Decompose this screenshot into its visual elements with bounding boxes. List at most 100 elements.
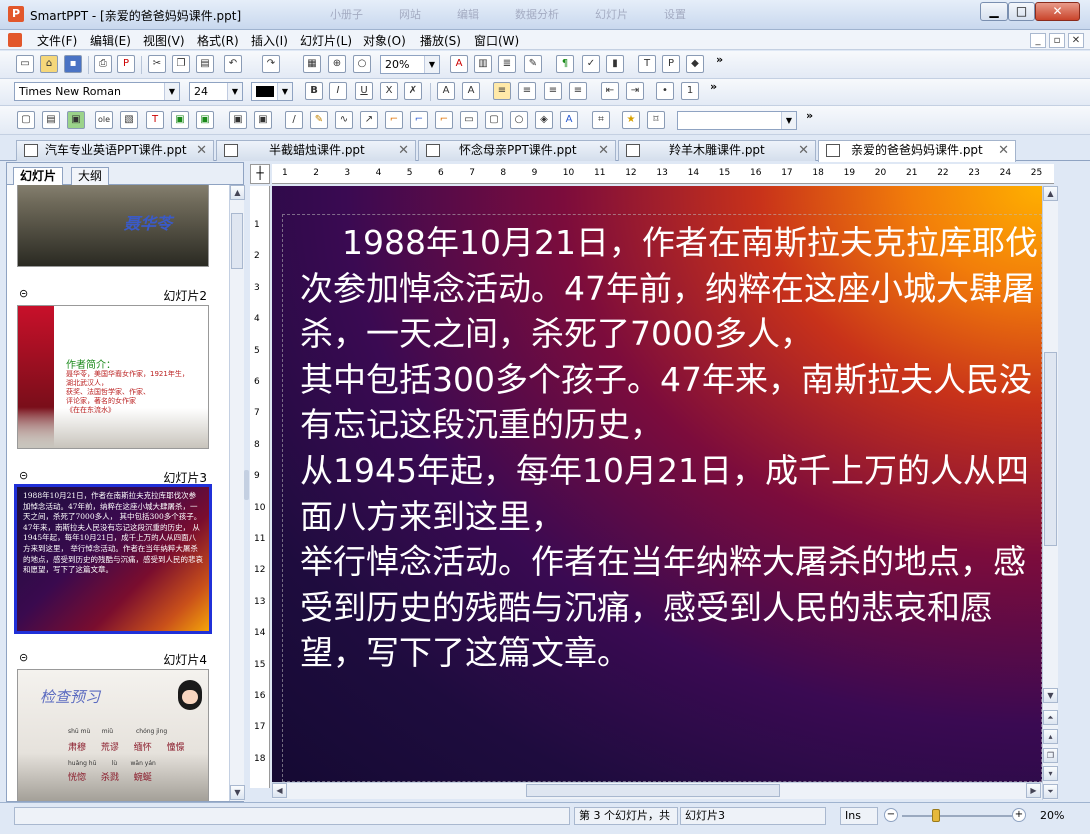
scroll-down-icon[interactable]: ▼	[1043, 688, 1058, 703]
text-box-icon[interactable]: T	[638, 55, 656, 73]
canvas-horizontal-scrollbar[interactable]: ◀ ▶	[272, 782, 1042, 799]
toolbar-overflow-icon[interactable]: »	[716, 53, 723, 66]
fill-color-combo[interactable]: ▼	[251, 82, 293, 101]
star-icon[interactable]: ★	[622, 111, 640, 129]
paragraph-icon[interactable]: ¶	[556, 55, 574, 73]
arrow-icon[interactable]: ↗	[360, 111, 378, 129]
scroll-right-icon[interactable]: ▶	[1026, 783, 1041, 798]
font-size-combo[interactable]: 24 ▼	[189, 82, 243, 101]
slide-body-text[interactable]: 1988年10月21日，作者在南斯拉夫克拉库耶伐次参加悼念活动。47年前，纳粹在…	[300, 220, 1040, 676]
ole-icon[interactable]: ole	[95, 111, 113, 129]
doc-tab[interactable]: 怀念母亲PPT课件.ppt ✕	[418, 140, 616, 161]
ungroup-icon[interactable]: ▣	[254, 111, 272, 129]
object-icon[interactable]: ◆	[686, 55, 704, 73]
bar-chart-icon[interactable]: ▮	[606, 55, 624, 73]
zoom-in-button[interactable]: +	[1012, 808, 1026, 822]
text-icon[interactable]: T	[146, 111, 164, 129]
group-icon[interactable]: ▣	[229, 111, 247, 129]
new-icon[interactable]: ▭	[16, 55, 34, 73]
toolbar-overflow-icon[interactable]: »	[806, 109, 813, 122]
tab-outline[interactable]: 大纲	[71, 167, 110, 185]
doc-tab[interactable]: 汽车专业英语PPT课件.ppt ✕	[16, 140, 214, 161]
numbered-list-icon[interactable]: 1	[681, 82, 699, 100]
open-icon[interactable]: ⌂	[40, 55, 58, 73]
doc-tab-active[interactable]: 亲爱的爸爸妈妈课件.ppt ✕	[818, 140, 1016, 162]
picture-icon[interactable]: P	[662, 55, 680, 73]
format-painter-icon[interactable]: ✎	[524, 55, 542, 73]
font-name-combo[interactable]: Times New Roman ▼	[14, 82, 180, 101]
scroll-down-icon[interactable]: ▼	[230, 785, 245, 800]
shape-style-combo[interactable]: ▼	[677, 111, 797, 130]
tab-slides[interactable]: 幻灯片	[13, 167, 64, 185]
menu-insert[interactable]: 插入(I)	[251, 32, 288, 49]
bullet-list-icon[interactable]: •	[656, 82, 674, 100]
wordart-icon[interactable]: A	[560, 111, 578, 129]
zoom-slider-track[interactable]	[902, 815, 1012, 817]
elbow-connector-icon[interactable]: ⌐	[410, 111, 428, 129]
clear-format-icon[interactable]: ✗	[404, 82, 422, 100]
close-tab-icon[interactable]: ✕	[398, 141, 409, 160]
doc-tab[interactable]: 羚羊木雕课件.ppt ✕	[618, 140, 816, 161]
connector-icon[interactable]: ⌐	[385, 111, 403, 129]
mdi-minimize-button[interactable]: _	[1030, 33, 1046, 48]
copy-icon[interactable]: ❐	[172, 55, 190, 73]
align-left-icon[interactable]: ≡	[493, 82, 511, 100]
text-frame-icon[interactable]: ▤	[42, 111, 60, 129]
spellcheck-icon[interactable]: ✓	[582, 55, 600, 73]
menu-slide[interactable]: 幻灯片(L)	[300, 32, 352, 49]
text-color-icon[interactable]: A	[450, 55, 468, 73]
cut-icon[interactable]: ✂	[148, 55, 166, 73]
ruler-corner[interactable]: ┼	[250, 164, 270, 184]
strike-button[interactable]: X	[380, 82, 398, 100]
canvas-vertical-scrollbar[interactable]: ▲ ▼ ⏶ ▴ ❐ ▾ ⏷	[1042, 186, 1058, 800]
menu-view[interactable]: 视图(V)	[143, 32, 185, 49]
close-tab-icon[interactable]: ✕	[998, 141, 1009, 160]
shapes-icon[interactable]: ◈	[535, 111, 553, 129]
scroll-left-icon[interactable]: ◀	[272, 783, 287, 798]
scroll-thumb[interactable]	[526, 784, 780, 797]
close-tab-icon[interactable]: ✕	[798, 141, 809, 160]
save-icon[interactable]: ▪	[64, 55, 82, 73]
ellipse-icon[interactable]: ○	[510, 111, 528, 129]
menu-window[interactable]: 窗口(W)	[474, 32, 519, 49]
zoom-slider-thumb[interactable]	[932, 809, 940, 822]
minimize-button[interactable]: ▁	[980, 2, 1008, 21]
slide-thumbnail-3[interactable]: 1988年10月21日，作者在南斯拉夫克拉库耶伐次参加悼念活动。47年前，纳粹在…	[14, 484, 212, 634]
zoom-combo[interactable]: 20% ▼	[380, 55, 440, 74]
mdi-close-button[interactable]: ✕	[1068, 33, 1084, 48]
curved-connector-icon[interactable]: ⌐	[435, 111, 453, 129]
close-button[interactable]: ✕	[1035, 2, 1080, 21]
print-icon[interactable]: ⎙	[94, 55, 112, 73]
maximize-button[interactable]: □	[1008, 2, 1035, 21]
frame-icon[interactable]: ▧	[120, 111, 138, 129]
paste-icon[interactable]: ▤	[196, 55, 214, 73]
zoom-out-button[interactable]: −	[884, 808, 898, 822]
indent-increase-icon[interactable]: ⇥	[626, 82, 644, 100]
panel-splitter[interactable]	[244, 470, 249, 500]
bold-button[interactable]: B	[305, 82, 323, 100]
placeholder-icon[interactable]: ▣	[171, 111, 189, 129]
menu-object[interactable]: 对象(O)	[363, 32, 406, 49]
effects-icon[interactable]: ⌑	[647, 111, 665, 129]
table-icon[interactable]: ▦	[303, 55, 321, 73]
chart-icon[interactable]: ▥	[474, 55, 492, 73]
rectangle-icon[interactable]: ▭	[460, 111, 478, 129]
last-slide-icon[interactable]: ⏷	[1043, 784, 1058, 799]
image-icon[interactable]: ▣	[67, 111, 85, 129]
current-slide[interactable]: 1988年10月21日，作者在南斯拉夫克拉库耶伐次参加悼念活动。47年前，纳粹在…	[272, 186, 1042, 782]
undo-icon[interactable]: ↶	[224, 55, 242, 73]
slide-panel-scrollbar[interactable]: ▲ ▼	[229, 185, 245, 801]
align-right-icon[interactable]: ≡	[544, 82, 562, 100]
mdi-restore-button[interactable]: ▫	[1049, 33, 1065, 48]
justify-icon[interactable]: ≡	[569, 82, 587, 100]
list-icon[interactable]: ≣	[498, 55, 516, 73]
align-center-icon[interactable]: ≡	[518, 82, 536, 100]
menu-play[interactable]: 播放(S)	[420, 32, 461, 49]
underline-button[interactable]: U	[355, 82, 373, 100]
placeholder2-icon[interactable]: ▣	[196, 111, 214, 129]
select-all-icon[interactable]: ▢	[17, 111, 35, 129]
italic-button[interactable]: I	[329, 82, 347, 100]
search-icon[interactable]: ○	[353, 55, 371, 73]
close-tab-icon[interactable]: ✕	[598, 141, 609, 160]
menu-format[interactable]: 格式(R)	[197, 32, 239, 49]
